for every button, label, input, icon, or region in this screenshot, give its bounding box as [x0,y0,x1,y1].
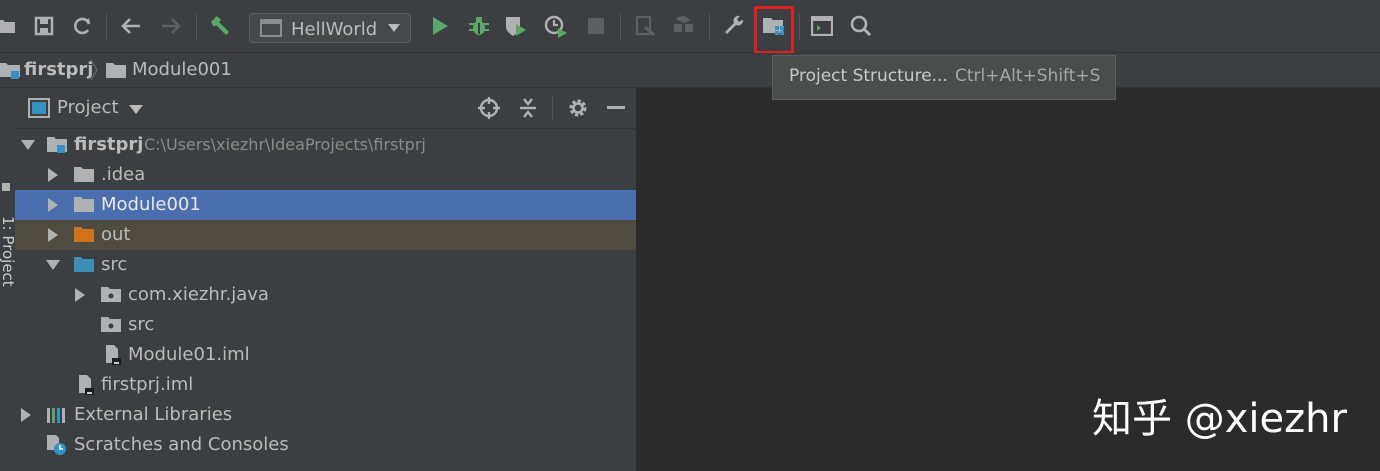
tree-item-label: firstprj.iml [101,374,194,395]
view-mode-chevron-down-icon[interactable] [129,105,143,114]
breadcrumb-item-module[interactable]: Module001 [132,59,232,80]
build-hammer-icon[interactable] [204,10,236,42]
tree-item-label: .idea [101,164,146,185]
expanded-arrow-icon[interactable] [21,138,35,152]
tree-item-firstprj-iml[interactable]: firstprj.iml [15,370,636,400]
minimize-icon[interactable] [607,106,625,110]
project-view-icon [28,98,50,118]
application-icon [260,19,282,37]
tree-item-label: Module01.iml [128,344,250,365]
breadcrumb-item-project[interactable]: firstprj [24,59,93,80]
search-icon[interactable] [845,10,877,42]
tree-item-src-package[interactable]: src [15,310,636,340]
package-folder-icon [101,287,121,302]
excluded-folder-icon [74,227,94,242]
package-folder-icon [101,317,121,332]
chevron-down-icon [388,24,400,32]
collapsed-arrow-icon[interactable] [19,408,33,422]
project-structure-tooltip: Project Structure... Ctrl+Alt+Shift+S [772,55,1116,100]
panel-title: Project [57,97,119,118]
collapsed-arrow-icon[interactable] [73,288,87,302]
run-configuration-label: HellWorld [291,19,378,40]
profile-icon[interactable] [540,10,572,42]
tooltip-shortcut: Ctrl+Alt+Shift+S [955,66,1101,86]
sync-icon[interactable] [66,10,98,42]
locate-target-icon[interactable] [478,97,500,119]
tree-item-label: src [128,314,155,335]
tree-item-label: Scratches and Consoles [74,434,289,455]
module-icon [0,63,20,79]
libraries-icon [47,408,65,423]
project-tool-window: Project firstprj C:\Users\xiezhr\IdeaPro… [15,88,637,471]
settings-wrench-icon[interactable] [718,10,750,42]
tool-window-icon [2,183,10,191]
tree-item-src[interactable]: src [15,250,636,280]
debug-icon[interactable] [463,10,495,42]
tree-item-label: com.xiezhr.java [128,284,269,305]
collapse-all-icon[interactable] [518,97,538,119]
tree-item-label: src [101,254,128,275]
coverage-icon[interactable] [500,10,532,42]
tree-item-idea[interactable]: .idea [15,160,636,190]
stop-icon[interactable] [580,10,612,42]
highlight-box [754,6,794,54]
folder-icon [74,167,94,182]
run-configuration-dropdown[interactable]: HellWorld [249,13,411,43]
collapsed-arrow-icon[interactable] [46,198,60,212]
watermark: 知乎 @xiezhr [1092,396,1347,442]
project-panel-header: Project [15,88,636,129]
tooltip-label: Project Structure... [789,66,948,86]
source-folder-icon [74,257,94,272]
attach-icon[interactable] [630,10,662,42]
scratches-icon [47,435,66,455]
tree-item-out[interactable]: out [15,220,636,250]
save-icon[interactable] [28,10,60,42]
terminal-icon[interactable] [806,10,838,42]
tree-item-label: out [101,224,131,245]
tool-window-strip: 1: Project [0,88,17,471]
module-icon [47,137,67,153]
tree-item-package[interactable]: com.xiezhr.java [15,280,636,310]
tree-item-path: C:\Users\xiezhr\IdeaProjects\firstprj [144,135,426,154]
tree-item-scratches[interactable]: Scratches and Consoles [15,430,636,460]
back-icon[interactable] [115,10,147,42]
gear-icon[interactable] [567,97,589,119]
forward-icon[interactable] [155,10,187,42]
tree-item-firstprj[interactable]: firstprj C:\Users\xiezhr\IdeaProjects\fi… [15,130,636,160]
folder-icon [74,197,94,212]
tree-item-module-iml[interactable]: Module01.iml [15,340,636,370]
open-folder-icon[interactable] [0,10,22,42]
collapsed-arrow-icon[interactable] [46,228,60,242]
iml-file-icon [106,345,121,365]
main-toolbar: HellWorld [0,0,1380,54]
iml-file-icon [79,375,94,395]
package-icon[interactable] [668,10,700,42]
tree-item-module001[interactable]: Module001 [15,190,636,220]
run-icon[interactable] [424,10,456,42]
tree-item-label: External Libraries [74,404,233,425]
folder-icon [106,63,126,78]
collapsed-arrow-icon[interactable] [46,168,60,182]
tree-item-external-libraries[interactable]: External Libraries [15,400,636,430]
tree-item-label: Module001 [101,194,201,215]
expanded-arrow-icon[interactable] [46,258,60,272]
navigation-breadcrumb: firstprj Module001 [0,53,1380,88]
breadcrumb-separator-icon [90,59,98,81]
tree-item-label: firstprj [74,134,144,155]
